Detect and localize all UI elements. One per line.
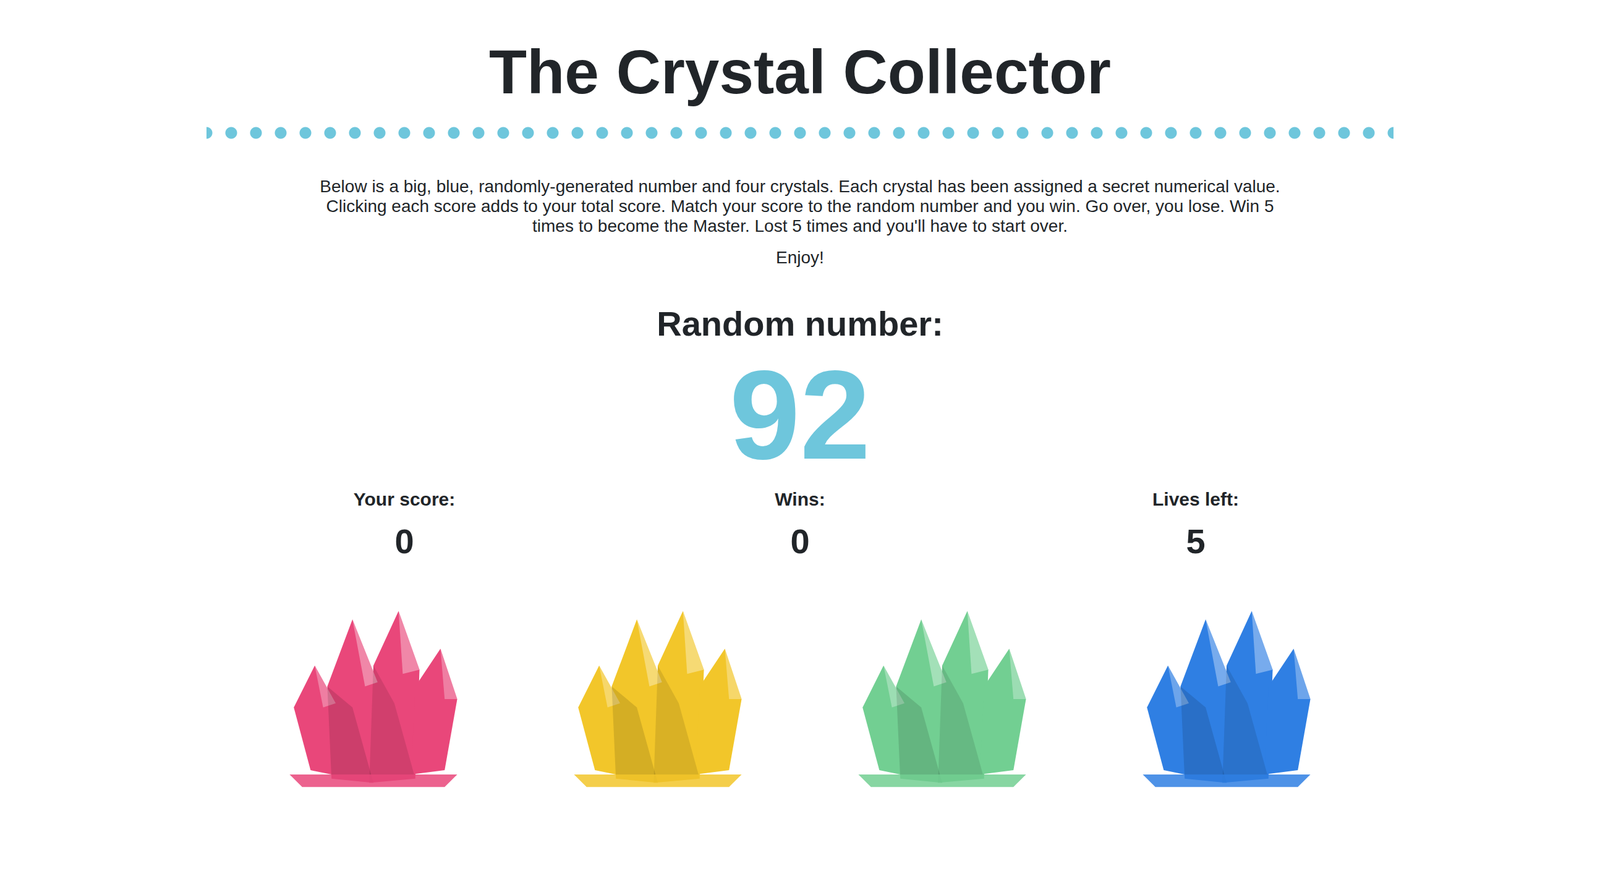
target-label: Random number: [656,302,944,345]
stat: Lives left: 5 [997,488,1394,562]
stats-row: Your score: 0 Wins: 0 Lives left: 5 [206,488,1394,562]
instructions: Below is a big, blue, randomly-generated… [314,176,1286,237]
game-page: The Crystal Collector Below is a big, blu… [206,0,1394,817]
dotted-divider [206,126,1394,140]
crystal-button[interactable] [549,602,766,792]
stat-label: Wins: [774,488,825,511]
stat-value: 5 [1185,520,1205,562]
stat-label: Lives left: [1152,488,1239,511]
crystal-icon [1118,602,1335,792]
crystal-button[interactable] [1118,602,1335,792]
crystal-icon [549,602,766,792]
crystal-button[interactable] [834,602,1051,792]
crystal-icon [834,602,1051,792]
stat: Your score: 0 [206,488,603,562]
game-title: The Crystal Collector [489,34,1111,109]
crystal-icon [265,602,482,792]
crystal-row [231,602,1369,817]
stat-value: 0 [790,520,810,562]
stat-value: 0 [394,520,414,562]
crystal-button[interactable] [265,602,482,792]
enjoy-text: Enjoy! [775,247,825,268]
target-number: 92 [729,351,871,478]
stat: Wins: 0 [602,488,998,562]
stat-label: Your score: [353,488,456,511]
